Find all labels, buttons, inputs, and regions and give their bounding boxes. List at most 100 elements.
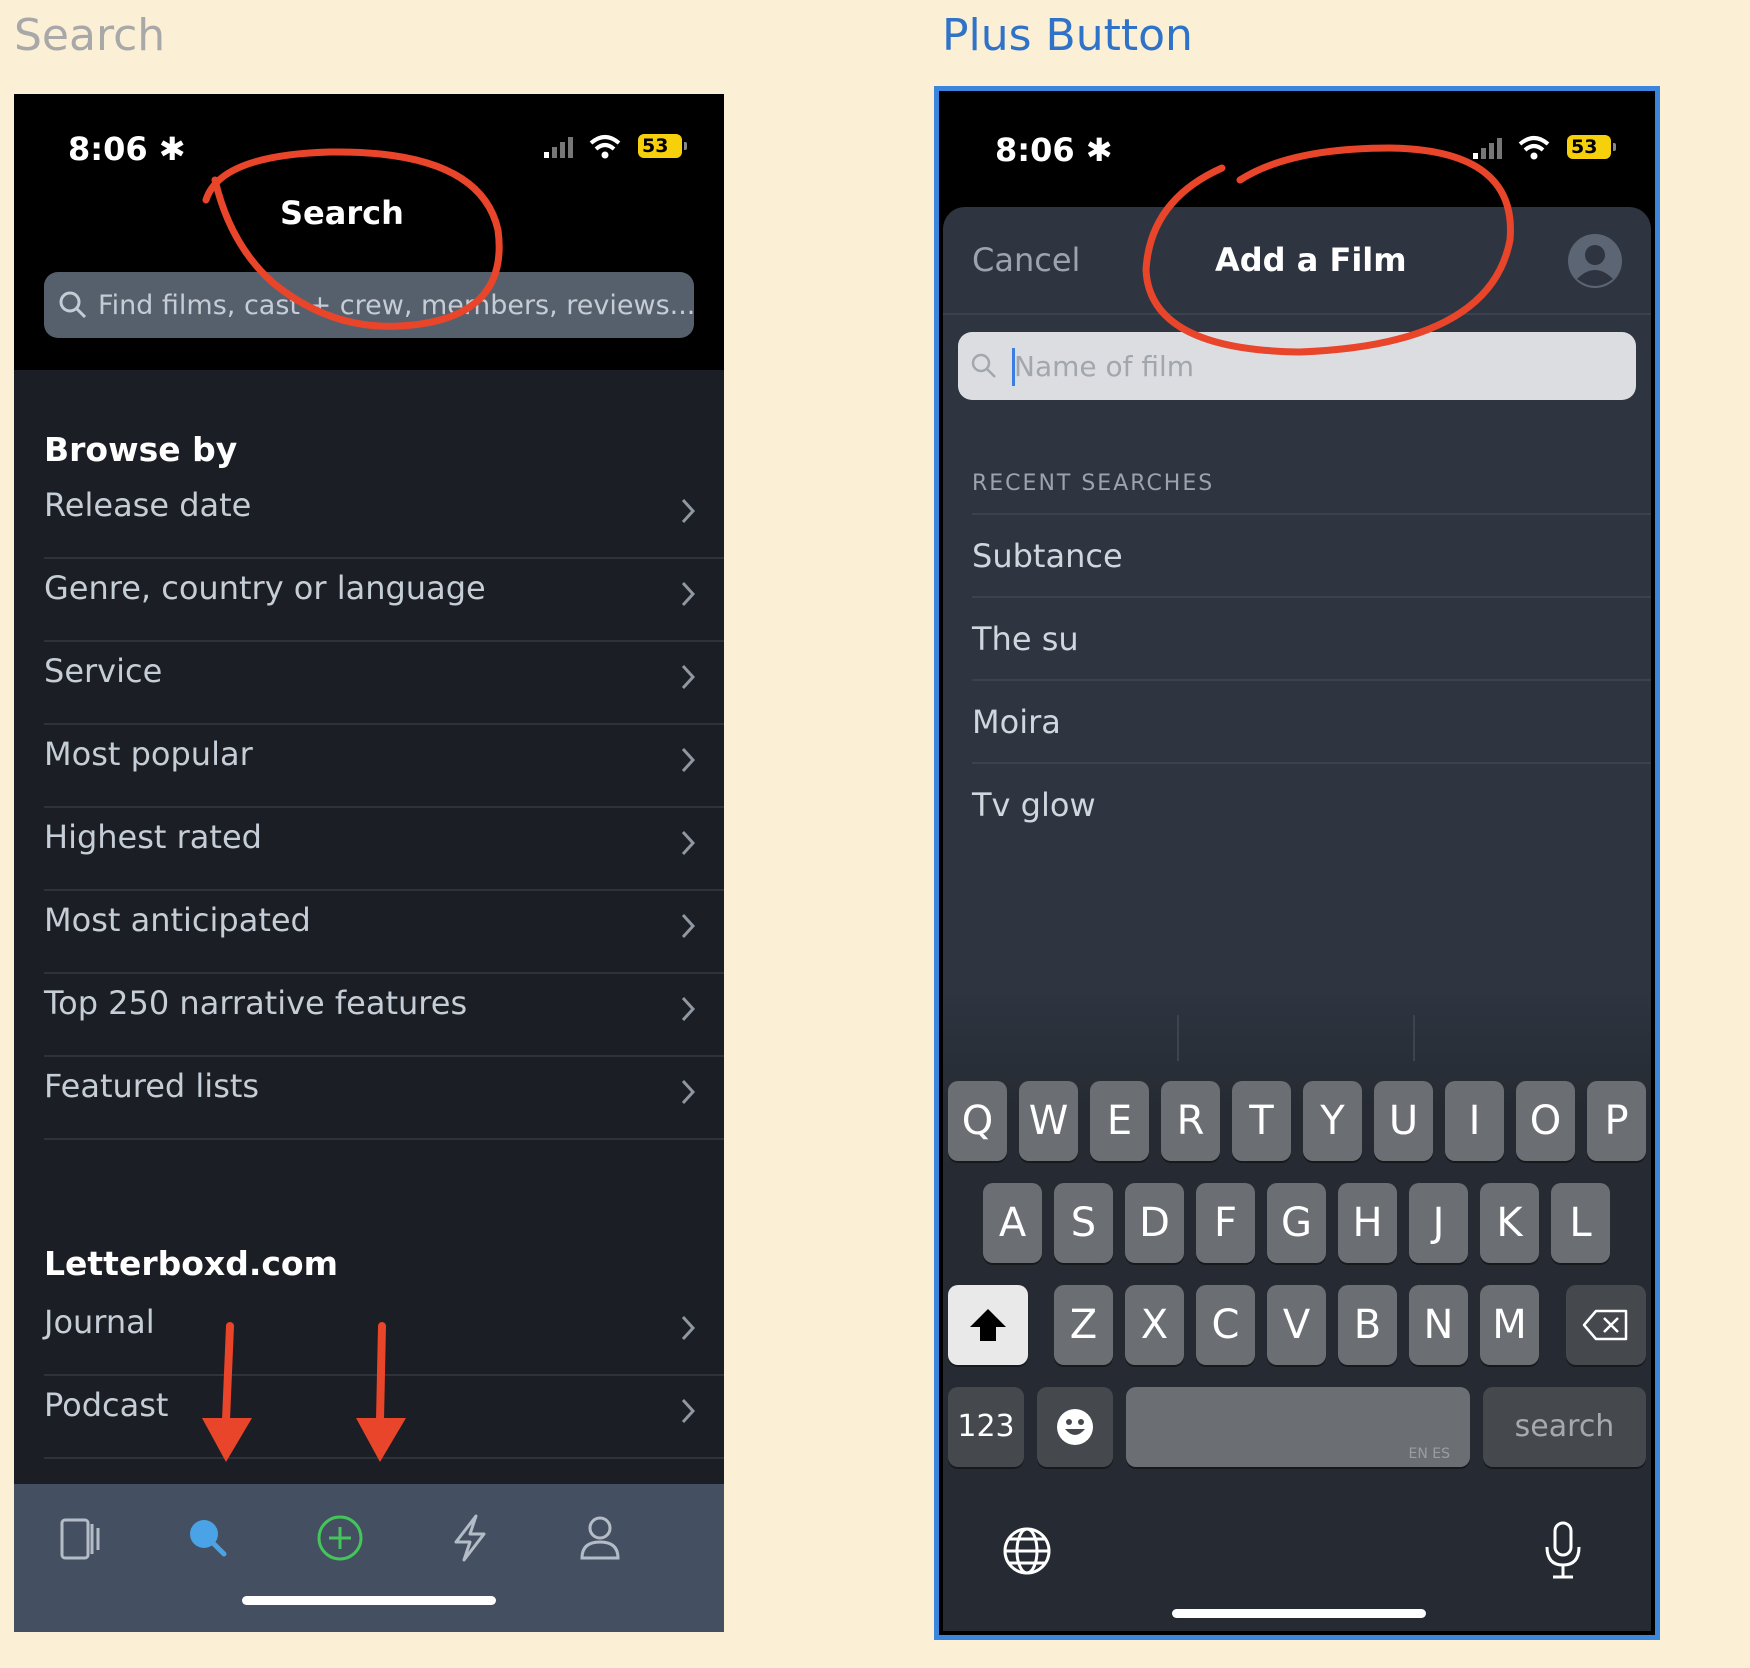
globe-icon[interactable] bbox=[1001, 1525, 1053, 1577]
row-label: Genre, country or language bbox=[44, 569, 486, 607]
letter-key[interactable]: M bbox=[1480, 1285, 1539, 1365]
letter-key[interactable]: K bbox=[1480, 1183, 1539, 1263]
row-label: Most anticipated bbox=[44, 901, 311, 939]
letter-key[interactable]: T bbox=[1232, 1081, 1291, 1161]
sheet-header: Cancel Add a Film bbox=[943, 207, 1651, 315]
recent-search-item[interactable]: Tv glow bbox=[972, 762, 1651, 845]
browse-item[interactable]: Service bbox=[44, 642, 724, 725]
search-icon[interactable] bbox=[180, 1512, 240, 1564]
delete-key[interactable] bbox=[1566, 1285, 1646, 1365]
letter-key[interactable]: C bbox=[1196, 1285, 1255, 1365]
recent-search-item[interactable]: The su bbox=[972, 596, 1651, 679]
add-film-screen: 8:06 ✱ 53 Cancel Add a Film Name of film… bbox=[943, 95, 1651, 1631]
letter-key[interactable]: S bbox=[1054, 1183, 1113, 1263]
search-header: 8:06 ✱ 53 Search Find films, cast + crew… bbox=[14, 94, 724, 370]
recent-search-label: Tv glow bbox=[972, 786, 1096, 824]
films-icon[interactable] bbox=[50, 1512, 110, 1564]
row-label: Journal bbox=[44, 1303, 155, 1341]
browse-item[interactable]: Highest rated bbox=[44, 808, 724, 891]
letter-key[interactable]: V bbox=[1267, 1285, 1326, 1365]
letter-key[interactable]: I bbox=[1445, 1081, 1504, 1161]
letter-key[interactable]: F bbox=[1196, 1183, 1255, 1263]
home-indicator bbox=[1172, 1609, 1426, 1618]
letter-key[interactable]: U bbox=[1374, 1081, 1433, 1161]
wifi-icon bbox=[589, 135, 621, 159]
film-name-placeholder: Name of film bbox=[1014, 350, 1195, 383]
recent-search-item[interactable]: Moira bbox=[972, 679, 1651, 762]
letter-key[interactable]: A bbox=[983, 1183, 1042, 1263]
letter-key[interactable]: D bbox=[1125, 1183, 1184, 1263]
chevron-right-icon bbox=[681, 1315, 696, 1341]
numbers-key[interactable]: 123 bbox=[948, 1387, 1024, 1467]
search-icon bbox=[971, 353, 996, 378]
row-label: Release date bbox=[44, 486, 252, 524]
chevron-right-icon bbox=[681, 1398, 696, 1424]
emoji-key[interactable] bbox=[1037, 1387, 1113, 1467]
recent-searches-heading: RECENT SEARCHES bbox=[972, 471, 1215, 496]
row-label: Highest rated bbox=[44, 818, 262, 856]
battery-icon: 53 bbox=[1567, 135, 1616, 159]
browse-item[interactable]: Genre, country or language bbox=[44, 559, 724, 642]
search-input[interactable]: Find films, cast + crew, members, review… bbox=[44, 272, 696, 338]
letter-key[interactable]: B bbox=[1338, 1285, 1397, 1365]
letter-key[interactable]: N bbox=[1409, 1285, 1468, 1365]
row-label: Most popular bbox=[44, 735, 253, 773]
frame-label-search: Search bbox=[14, 10, 166, 61]
row-label: Top 250 narrative features bbox=[44, 984, 468, 1022]
chevron-right-icon bbox=[681, 913, 696, 939]
letter-key[interactable]: Z bbox=[1054, 1285, 1113, 1365]
browse-heading: Browse by bbox=[44, 430, 238, 469]
letter-key[interactable]: L bbox=[1551, 1183, 1610, 1263]
suggestion-divider bbox=[1413, 1015, 1415, 1061]
microphone-icon[interactable] bbox=[1541, 1521, 1585, 1581]
cancel-button[interactable]: Cancel bbox=[972, 241, 1080, 279]
status-time: 8:06 ✱ bbox=[68, 130, 186, 168]
chevron-right-icon bbox=[681, 996, 696, 1022]
recent-search-label: The su bbox=[972, 620, 1079, 658]
add-icon[interactable] bbox=[310, 1512, 370, 1564]
chevron-right-icon bbox=[681, 664, 696, 690]
status-icons: 53 bbox=[1471, 135, 1616, 163]
search-placeholder: Find films, cast + crew, members, review… bbox=[98, 290, 696, 321]
suggestion-divider bbox=[1177, 1015, 1179, 1061]
letter-key[interactable]: H bbox=[1338, 1183, 1397, 1263]
row-label: Podcast bbox=[44, 1386, 169, 1424]
letter-key[interactable]: G bbox=[1267, 1183, 1326, 1263]
home-indicator bbox=[242, 1596, 496, 1605]
browse-item[interactable]: Top 250 narrative features bbox=[44, 974, 724, 1057]
letter-key[interactable]: X bbox=[1125, 1285, 1184, 1365]
space-bar[interactable]: EN ES bbox=[1126, 1387, 1470, 1467]
wifi-icon bbox=[1518, 136, 1550, 160]
search-screen: 8:06 ✱ 53 Search Find films, cast + crew… bbox=[14, 94, 724, 1632]
status-time: 8:06 ✱ bbox=[995, 131, 1113, 169]
row-label: Service bbox=[44, 652, 163, 690]
profile-icon[interactable] bbox=[570, 1512, 630, 1564]
browse-item[interactable]: Release date bbox=[44, 476, 724, 559]
letter-key[interactable]: W bbox=[1019, 1081, 1078, 1161]
search-icon bbox=[59, 291, 87, 319]
keyboard: QWERTYUIOP ASDFGHJKL ZXCVBNM 123 EN ES s… bbox=[943, 985, 1651, 1631]
battery-icon: 53 bbox=[638, 134, 687, 158]
browse-item[interactable]: Featured lists bbox=[44, 1057, 724, 1140]
film-name-input[interactable]: Name of film bbox=[958, 332, 1636, 400]
letter-key[interactable]: J bbox=[1409, 1183, 1468, 1263]
page-title: Search bbox=[280, 194, 404, 232]
letter-key[interactable]: Q bbox=[948, 1081, 1007, 1161]
site-item[interactable]: Podcast bbox=[44, 1376, 724, 1459]
signal-icon bbox=[1473, 138, 1502, 159]
shift-key[interactable] bbox=[948, 1285, 1028, 1365]
chevron-right-icon bbox=[681, 830, 696, 856]
search-key[interactable]: search bbox=[1483, 1387, 1646, 1467]
site-item[interactable]: Journal bbox=[44, 1293, 724, 1376]
letter-key[interactable]: P bbox=[1587, 1081, 1646, 1161]
letter-key[interactable]: Y bbox=[1303, 1081, 1362, 1161]
letter-key[interactable]: O bbox=[1516, 1081, 1575, 1161]
browse-item[interactable]: Most popular bbox=[44, 725, 724, 808]
activity-icon[interactable] bbox=[440, 1512, 500, 1564]
avatar-icon[interactable] bbox=[1567, 233, 1623, 289]
letter-key[interactable]: R bbox=[1161, 1081, 1220, 1161]
browse-item[interactable]: Most anticipated bbox=[44, 891, 724, 974]
emoji-icon bbox=[1057, 1409, 1093, 1445]
letter-key[interactable]: E bbox=[1090, 1081, 1149, 1161]
recent-search-item[interactable]: Subtance bbox=[972, 513, 1651, 596]
